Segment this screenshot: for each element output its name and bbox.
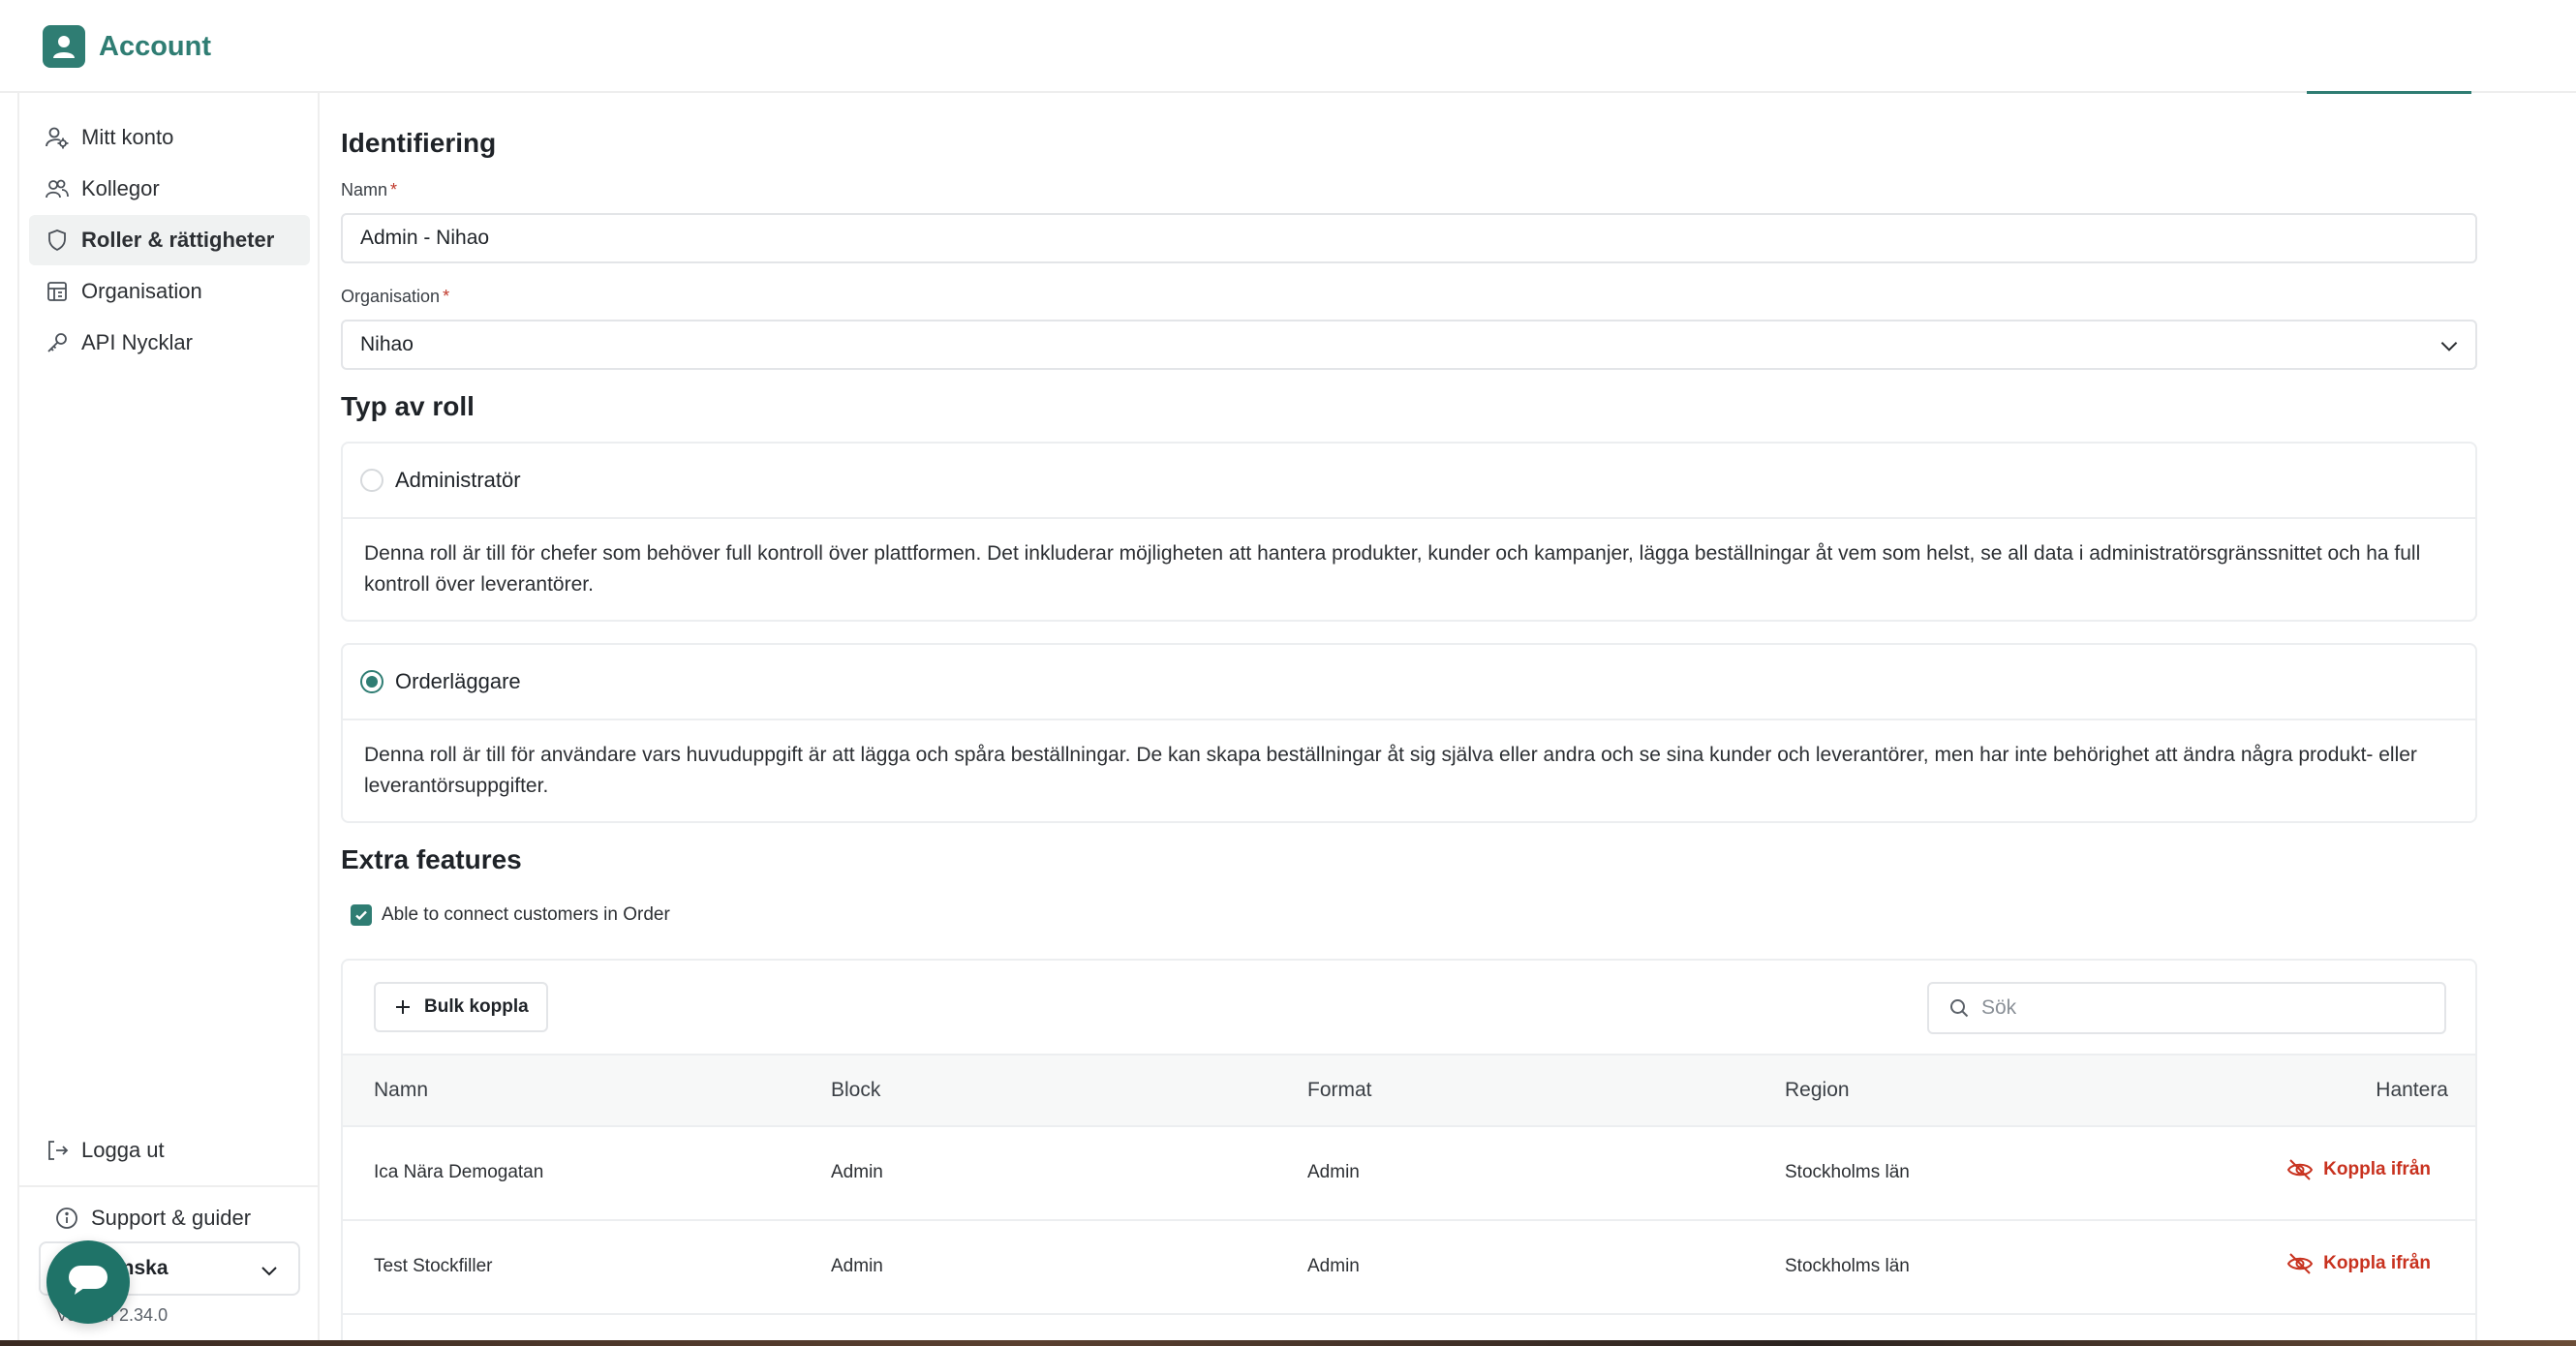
section-title-extra-features: Extra features <box>341 844 522 874</box>
role-name: Orderläggare <box>395 669 521 693</box>
logout-icon <box>45 1138 70 1163</box>
search-input[interactable]: Sök <box>1927 982 2446 1034</box>
name-label-text: Namn <box>341 180 388 199</box>
required-mark: * <box>390 180 398 199</box>
account-logo-icon <box>43 25 85 68</box>
support-label: Support & guider <box>91 1206 252 1230</box>
sidebar-item-label: Kollegor <box>81 176 160 200</box>
section-title-role-type: Typ av roll <box>341 391 475 421</box>
user-gear-icon <box>45 125 70 150</box>
organisation-select[interactable]: Nihao <box>341 320 2477 370</box>
organisation-label-text: Organisation <box>341 287 441 306</box>
top-bar: Account <box>0 0 2576 94</box>
role-option-administrator[interactable]: Administratör <box>343 444 2475 519</box>
bulk-connect-button[interactable]: Bulk koppla <box>374 982 548 1032</box>
connect-customers-option[interactable]: Able to connect customers in Order <box>351 904 670 926</box>
section-title-identification: Identifiering <box>341 128 497 158</box>
background-strip <box>0 1340 2576 1346</box>
organisation-field-label: Organisation * <box>341 287 449 307</box>
disconnect-label: Koppla ifrån <box>2323 1253 2431 1273</box>
plus-icon <box>393 997 413 1017</box>
app-title: Account <box>99 30 211 62</box>
cell-name: Ica Nära Demogatan <box>374 1162 544 1182</box>
sidebar-divider <box>19 1185 318 1187</box>
cell-format: Admin <box>1307 1256 1360 1276</box>
unlink-icon <box>2286 1158 2314 1181</box>
bulk-connect-label: Bulk koppla <box>424 996 529 1017</box>
role-card-administrator: Administratör Denna roll är till för che… <box>341 442 2477 622</box>
sidebar-item-mitt-konto[interactable]: Mitt konto <box>29 112 310 163</box>
column-header-region[interactable]: Region <box>1785 1079 1850 1102</box>
role-option-orderlaggare[interactable]: Orderläggare <box>343 645 2475 720</box>
name-input-value: Admin - Nihao <box>360 227 490 249</box>
cell-format: Admin <box>1307 1162 1360 1182</box>
sidebar-item-roller[interactable]: Roller & rättigheter <box>29 215 310 265</box>
unlink-icon <box>2286 1252 2314 1275</box>
users-icon <box>45 176 70 201</box>
sidebar-item-label: Organisation <box>81 279 202 303</box>
role-description: Denna roll är till för användare vars hu… <box>364 744 2417 797</box>
cell-block: Admin <box>831 1162 883 1182</box>
cell-region: Stockholms län <box>1785 1256 1910 1276</box>
sidebar-item-label: API Nycklar <box>81 330 193 354</box>
info-icon <box>54 1206 79 1231</box>
building-icon <box>45 279 70 304</box>
chevron-down-icon <box>258 1259 281 1288</box>
sidebar: Mitt konto Kollegor Roller & rättigheter <box>17 93 320 1340</box>
chat-icon <box>67 1262 109 1303</box>
logout-label: Logga ut <box>81 1138 165 1162</box>
sidebar-item-label: Mitt konto <box>81 125 174 149</box>
sidebar-item-kollegor[interactable]: Kollegor <box>29 164 310 214</box>
radio-orderlaggare[interactable] <box>360 670 383 693</box>
shield-icon <box>45 228 70 253</box>
logout-button[interactable]: Logga ut <box>45 1129 165 1172</box>
connect-customers-checkbox[interactable] <box>351 904 372 926</box>
active-tab-indicator <box>2307 91 2471 94</box>
cell-region: Stockholms län <box>1785 1162 1910 1182</box>
table-row: Ica Nära Demogatan Admin Admin Stockholm… <box>343 1127 2475 1221</box>
checkbox-label: Able to connect customers in Order <box>382 904 670 925</box>
role-name: Administratör <box>395 468 521 492</box>
brand[interactable]: Account <box>43 25 211 68</box>
sidebar-nav: Mitt konto Kollegor Roller & rättigheter <box>29 112 310 369</box>
column-header-format[interactable]: Format <box>1307 1079 1372 1102</box>
support-link[interactable]: Support & guider <box>54 1197 251 1239</box>
role-card-orderlaggare: Orderläggare Denna roll är till för anvä… <box>341 643 2477 823</box>
column-header-block[interactable]: Block <box>831 1079 880 1102</box>
organisation-select-value: Nihao <box>360 333 414 355</box>
key-icon <box>45 330 70 355</box>
search-icon <box>1948 997 1970 1019</box>
sidebar-item-label: Roller & rättigheter <box>81 228 275 252</box>
radio-administrator[interactable] <box>360 469 383 492</box>
disconnect-button[interactable]: Koppla ifrån <box>2286 1252 2431 1275</box>
chevron-down-icon <box>2437 333 2462 364</box>
name-field-label: Namn * <box>341 180 397 200</box>
column-header-name[interactable]: Namn <box>374 1079 428 1102</box>
name-input[interactable]: Admin - Nihao <box>341 213 2477 263</box>
table-row: Test Stockfiller Admin Admin Stockholms … <box>343 1221 2475 1315</box>
sidebar-item-organisation[interactable]: Organisation <box>29 266 310 317</box>
role-description: Denna roll är till för chefer som behöve… <box>364 542 2421 596</box>
column-header-manage: Hantera <box>2376 1079 2448 1101</box>
disconnect-button[interactable]: Koppla ifrån <box>2286 1158 2431 1181</box>
required-mark: * <box>443 287 450 306</box>
connected-customers-table: Bulk koppla Sök Namn Block Format Region… <box>341 959 2477 1346</box>
chat-launcher-button[interactable] <box>46 1240 130 1324</box>
sidebar-item-api-nycklar[interactable]: API Nycklar <box>29 318 310 368</box>
cell-block: Admin <box>831 1256 883 1276</box>
disconnect-label: Koppla ifrån <box>2323 1159 2431 1179</box>
search-placeholder: Sök <box>1981 996 2017 1019</box>
table-header: Namn Block Format Region Hantera <box>343 1054 2475 1127</box>
cell-name: Test Stockfiller <box>374 1256 493 1276</box>
